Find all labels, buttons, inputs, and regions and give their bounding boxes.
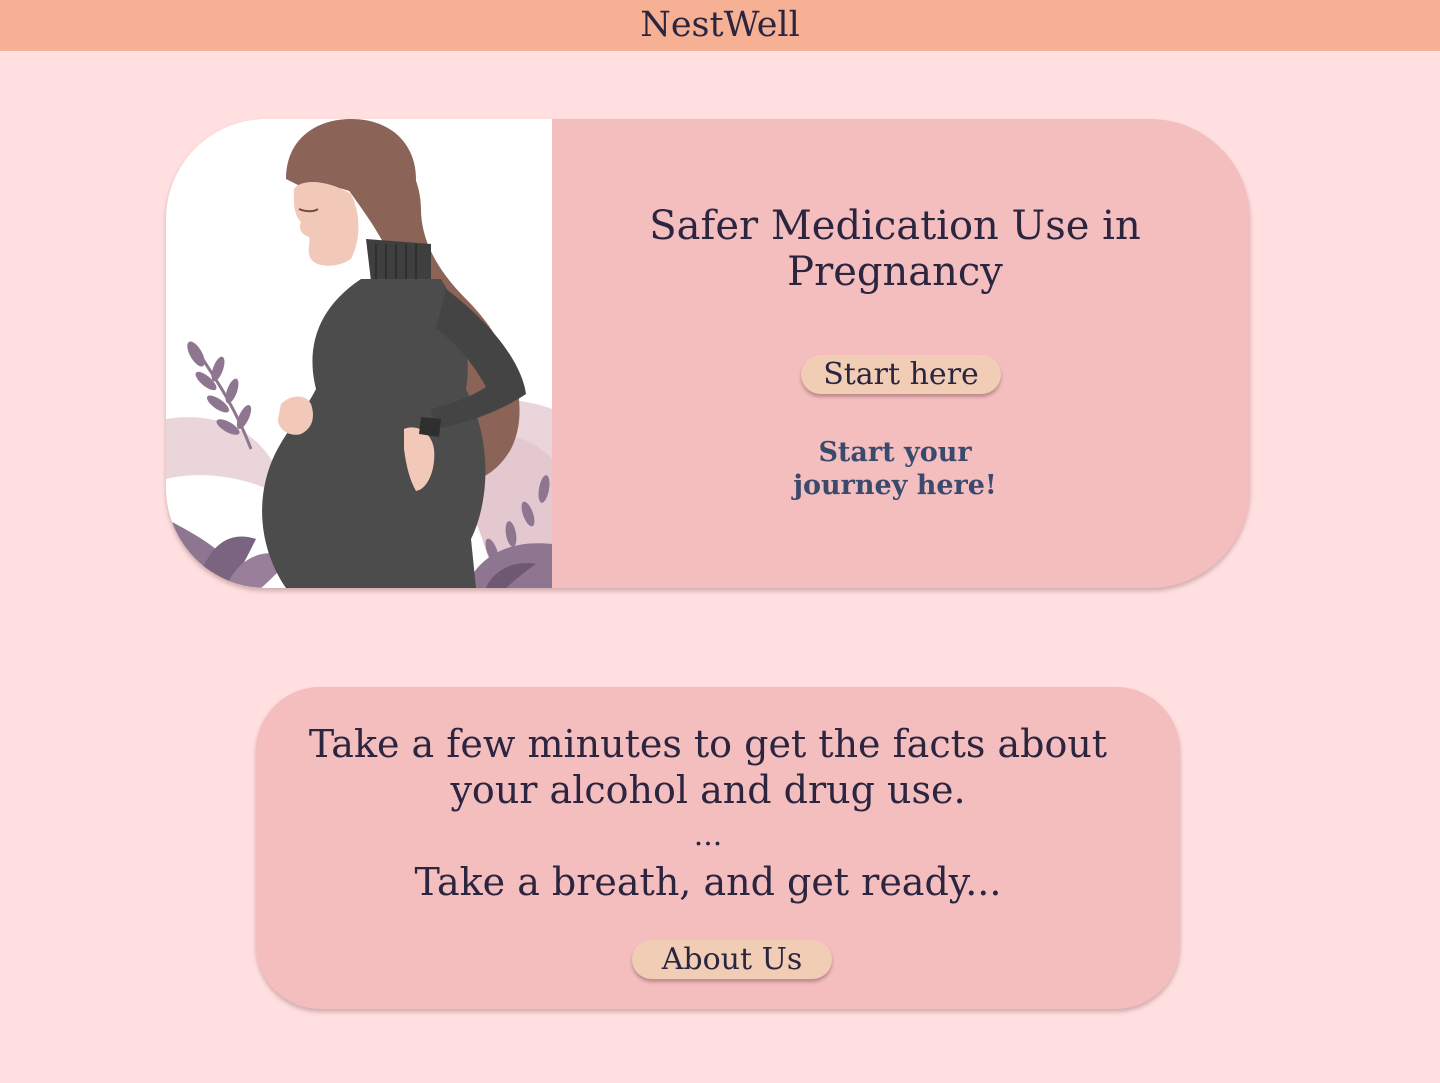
info-message: Take a few minutes to get the facts abou… (232, 721, 1184, 905)
info-ellipsis: ... (693, 818, 723, 853)
start-here-button[interactable]: Start here (801, 355, 1001, 394)
hero-subtitle: Start your journey here! (552, 436, 1238, 502)
hero-card: Safer Medication Use in Pregnancy Start … (166, 119, 1250, 588)
hero-content: Safer Medication Use in Pregnancy Start … (552, 119, 1250, 588)
hero-subtitle-line-2: journey here! (793, 470, 997, 501)
info-line-2: your alcohol and drug use. (450, 768, 966, 812)
hero-subtitle-line-1: Start your (818, 437, 972, 468)
pregnant-woman-illustration (166, 119, 552, 588)
top-header-bar: NestWell (0, 0, 1440, 51)
info-line-1: Take a few minutes to get the facts abou… (308, 722, 1108, 766)
about-us-button[interactable]: About Us (632, 940, 832, 979)
brand-name[interactable]: NestWell (640, 8, 800, 43)
hero-title: Safer Medication Use in Pregnancy (649, 203, 1141, 295)
info-card: Take a few minutes to get the facts abou… (256, 687, 1180, 1009)
info-line-3: Take a breath, and get ready... (414, 860, 1002, 904)
